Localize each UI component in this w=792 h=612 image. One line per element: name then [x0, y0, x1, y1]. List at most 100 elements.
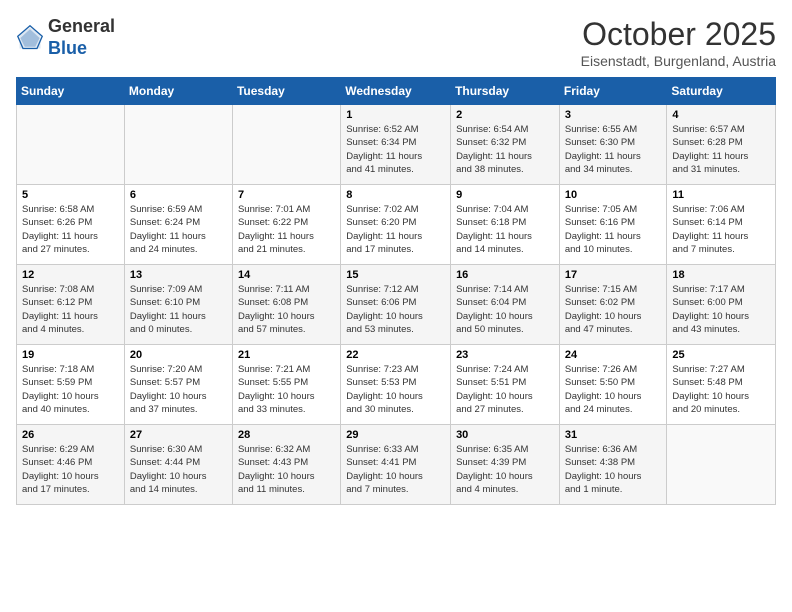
day-info: Sunrise: 7:05 AM Sunset: 6:16 PM Dayligh… — [565, 203, 662, 256]
day-number: 11 — [672, 189, 770, 201]
day-info: Sunrise: 7:14 AM Sunset: 6:04 PM Dayligh… — [456, 283, 554, 336]
calendar-body: 1 Sunrise: 6:52 AM Sunset: 6:34 PM Daylig… — [17, 105, 776, 505]
calendar-cell — [232, 105, 340, 185]
day-number: 10 — [565, 189, 662, 201]
calendar-cell: 6 Sunrise: 6:59 AM Sunset: 6:24 PM Daylig… — [124, 185, 232, 265]
calendar-cell: 29 Sunrise: 6:33 AM Sunset: 4:41 PM Dayli… — [341, 425, 451, 505]
calendar-week-row: 12Sunrise: 7:08 AM Sunset: 6:12 PM Dayli… — [17, 265, 776, 345]
day-number: 28 — [238, 429, 335, 441]
calendar-cell: 14 Sunrise: 7:11 AM Sunset: 6:08 PM Dayli… — [232, 265, 340, 345]
logo: General Blue — [16, 16, 115, 59]
calendar-cell: 20 Sunrise: 7:20 AM Sunset: 5:57 PM Dayli… — [124, 345, 232, 425]
day-number: 16 — [456, 269, 554, 281]
day-number: 13 — [130, 269, 227, 281]
calendar-week-row: 5Sunrise: 6:58 AM Sunset: 6:26 PM Daylig… — [17, 185, 776, 265]
calendar-cell — [667, 425, 776, 505]
day-number: 27 — [130, 429, 227, 441]
day-info: Sunrise: 7:17 AM Sunset: 6:00 PM Dayligh… — [672, 283, 770, 336]
calendar-table: SundayMondayTuesdayWednesdayThursdayFrid… — [16, 77, 776, 505]
day-number: 3 — [565, 109, 662, 121]
day-number: 20 — [130, 349, 227, 361]
calendar-cell: 22Sunrise: 7:23 AM Sunset: 5:53 PM Dayli… — [341, 345, 451, 425]
day-number: 1 — [346, 109, 445, 121]
day-info: Sunrise: 6:36 AM Sunset: 4:38 PM Dayligh… — [565, 443, 662, 496]
day-number: 12 — [22, 269, 119, 281]
day-info: Sunrise: 6:32 AM Sunset: 4:43 PM Dayligh… — [238, 443, 335, 496]
calendar-cell: 18Sunrise: 7:17 AM Sunset: 6:00 PM Dayli… — [667, 265, 776, 345]
day-info: Sunrise: 7:20 AM Sunset: 5:57 PM Dayligh… — [130, 363, 227, 416]
day-info: Sunrise: 7:09 AM Sunset: 6:10 PM Dayligh… — [130, 283, 227, 336]
day-number: 19 — [22, 349, 119, 361]
day-number: 30 — [456, 429, 554, 441]
day-number: 8 — [346, 189, 445, 201]
weekday-header: Sunday — [17, 78, 125, 105]
day-info: Sunrise: 7:21 AM Sunset: 5:55 PM Dayligh… — [238, 363, 335, 416]
day-info: Sunrise: 7:12 AM Sunset: 6:06 PM Dayligh… — [346, 283, 445, 336]
day-number: 14 — [238, 269, 335, 281]
day-info: Sunrise: 7:01 AM Sunset: 6:22 PM Dayligh… — [238, 203, 335, 256]
weekday-row: SundayMondayTuesdayWednesdayThursdayFrid… — [17, 78, 776, 105]
calendar-cell: 27 Sunrise: 6:30 AM Sunset: 4:44 PM Dayli… — [124, 425, 232, 505]
day-info: Sunrise: 6:29 AM Sunset: 4:46 PM Dayligh… — [22, 443, 119, 496]
day-info: Sunrise: 7:18 AM Sunset: 5:59 PM Dayligh… — [22, 363, 119, 416]
calendar-cell: 2Sunrise: 6:54 AM Sunset: 6:32 PM Daylig… — [451, 105, 560, 185]
calendar-cell: 12Sunrise: 7:08 AM Sunset: 6:12 PM Dayli… — [17, 265, 125, 345]
day-info: Sunrise: 7:23 AM Sunset: 5:53 PM Dayligh… — [346, 363, 445, 416]
weekday-header: Thursday — [451, 78, 560, 105]
logo-icon — [16, 24, 44, 52]
calendar-cell: 8 Sunrise: 7:02 AM Sunset: 6:20 PM Daylig… — [341, 185, 451, 265]
calendar-cell — [17, 105, 125, 185]
day-number: 2 — [456, 109, 554, 121]
calendar-cell: 19 Sunrise: 7:18 AM Sunset: 5:59 PM Dayli… — [17, 345, 125, 425]
day-number: 6 — [130, 189, 227, 201]
day-number: 4 — [672, 109, 770, 121]
calendar-cell: 1 Sunrise: 6:52 AM Sunset: 6:34 PM Daylig… — [341, 105, 451, 185]
day-info: Sunrise: 7:15 AM Sunset: 6:02 PM Dayligh… — [565, 283, 662, 336]
weekday-header: Monday — [124, 78, 232, 105]
calendar-cell: 16 Sunrise: 7:14 AM Sunset: 6:04 PM Dayli… — [451, 265, 560, 345]
day-number: 21 — [238, 349, 335, 361]
day-info: Sunrise: 6:58 AM Sunset: 6:26 PM Dayligh… — [22, 203, 119, 256]
day-info: Sunrise: 6:59 AM Sunset: 6:24 PM Dayligh… — [130, 203, 227, 256]
calendar-cell: 5Sunrise: 6:58 AM Sunset: 6:26 PM Daylig… — [17, 185, 125, 265]
day-info: Sunrise: 6:30 AM Sunset: 4:44 PM Dayligh… — [130, 443, 227, 496]
calendar-cell: 10 Sunrise: 7:05 AM Sunset: 6:16 PM Dayli… — [559, 185, 667, 265]
calendar-cell: 4 Sunrise: 6:57 AM Sunset: 6:28 PM Daylig… — [667, 105, 776, 185]
day-info: Sunrise: 6:55 AM Sunset: 6:30 PM Dayligh… — [565, 123, 662, 176]
calendar-cell — [124, 105, 232, 185]
calendar-cell: 21 Sunrise: 7:21 AM Sunset: 5:55 PM Dayli… — [232, 345, 340, 425]
day-number: 26 — [22, 429, 119, 441]
calendar-title: October 2025 — [581, 16, 776, 53]
weekday-header: Saturday — [667, 78, 776, 105]
day-number: 25 — [672, 349, 770, 361]
calendar-cell: 11 Sunrise: 7:06 AM Sunset: 6:14 PM Dayli… — [667, 185, 776, 265]
calendar-cell: 7 Sunrise: 7:01 AM Sunset: 6:22 PM Daylig… — [232, 185, 340, 265]
day-info: Sunrise: 7:06 AM Sunset: 6:14 PM Dayligh… — [672, 203, 770, 256]
calendar-header: SundayMondayTuesdayWednesdayThursdayFrid… — [17, 78, 776, 105]
day-info: Sunrise: 7:02 AM Sunset: 6:20 PM Dayligh… — [346, 203, 445, 256]
day-info: Sunrise: 6:57 AM Sunset: 6:28 PM Dayligh… — [672, 123, 770, 176]
page-header: General Blue October 2025 Eisenstadt, Bu… — [16, 16, 776, 69]
day-info: Sunrise: 6:52 AM Sunset: 6:34 PM Dayligh… — [346, 123, 445, 176]
calendar-week-row: 1 Sunrise: 6:52 AM Sunset: 6:34 PM Daylig… — [17, 105, 776, 185]
day-number: 15 — [346, 269, 445, 281]
calendar-cell: 31 Sunrise: 6:36 AM Sunset: 4:38 PM Dayli… — [559, 425, 667, 505]
day-info: Sunrise: 7:11 AM Sunset: 6:08 PM Dayligh… — [238, 283, 335, 336]
calendar-cell: 26 Sunrise: 6:29 AM Sunset: 4:46 PM Dayli… — [17, 425, 125, 505]
title-area: October 2025 Eisenstadt, Burgenland, Aus… — [581, 16, 776, 69]
calendar-cell: 15 Sunrise: 7:12 AM Sunset: 6:06 PM Dayli… — [341, 265, 451, 345]
calendar-week-row: 26 Sunrise: 6:29 AM Sunset: 4:46 PM Dayli… — [17, 425, 776, 505]
day-number: 9 — [456, 189, 554, 201]
calendar-cell: 9Sunrise: 7:04 AM Sunset: 6:18 PM Daylig… — [451, 185, 560, 265]
calendar-cell: 17 Sunrise: 7:15 AM Sunset: 6:02 PM Dayli… — [559, 265, 667, 345]
day-number: 29 — [346, 429, 445, 441]
calendar-cell: 3 Sunrise: 6:55 AM Sunset: 6:30 PM Daylig… — [559, 105, 667, 185]
calendar-cell: 23Sunrise: 7:24 AM Sunset: 5:51 PM Dayli… — [451, 345, 560, 425]
day-number: 7 — [238, 189, 335, 201]
day-number: 23 — [456, 349, 554, 361]
day-number: 17 — [565, 269, 662, 281]
logo-text: General Blue — [48, 16, 115, 59]
day-number: 31 — [565, 429, 662, 441]
day-info: Sunrise: 6:33 AM Sunset: 4:41 PM Dayligh… — [346, 443, 445, 496]
day-info: Sunrise: 7:27 AM Sunset: 5:48 PM Dayligh… — [672, 363, 770, 416]
